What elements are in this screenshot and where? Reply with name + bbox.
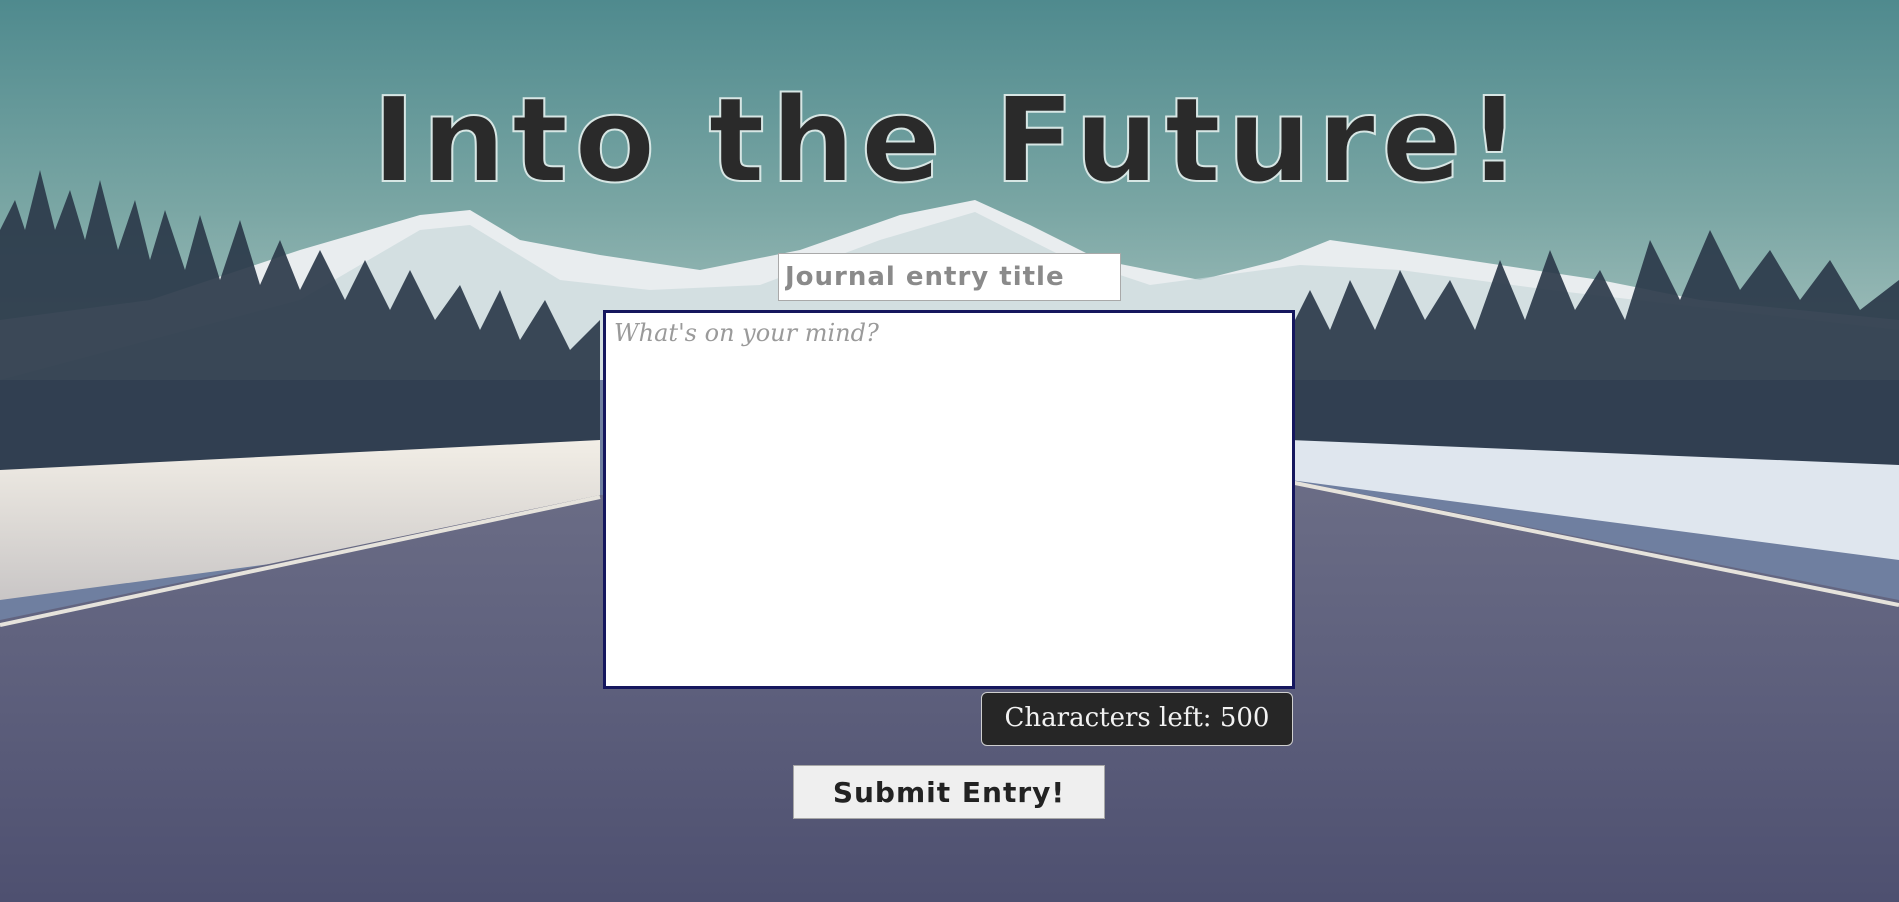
journal-title-input[interactable] <box>778 253 1121 301</box>
page-title: Into the Future! <box>371 71 1528 209</box>
submit-entry-button[interactable]: Submit Entry! <box>793 765 1105 819</box>
journal-entry-textarea[interactable] <box>603 310 1295 689</box>
characters-left-counter: Characters left: 500 <box>981 692 1293 746</box>
